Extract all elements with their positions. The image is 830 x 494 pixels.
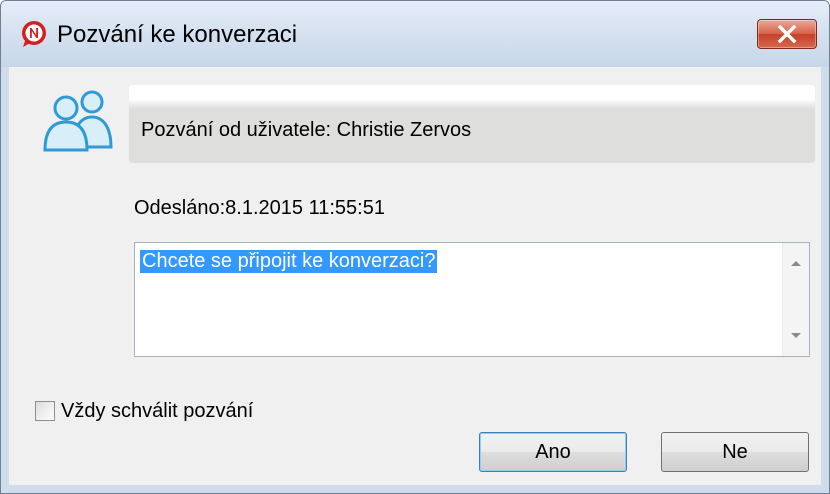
sent-timestamp: Odesláno:8.1.2015 11:55:51 [134, 197, 385, 219]
invite-from-text: Pozvání od uživatele: Christie Zervos [141, 119, 472, 141]
no-button[interactable]: Ne [661, 432, 809, 472]
message-scrollbar[interactable] [782, 243, 809, 356]
always-approve-checkbox[interactable] [35, 401, 55, 421]
invite-panel: Pozvání od uživatele: Christie Zervos [129, 85, 815, 163]
close-button[interactable] [757, 19, 817, 49]
close-icon [777, 25, 797, 43]
users-icon [43, 90, 113, 152]
yes-button[interactable]: Ano [479, 432, 627, 472]
window-title: Pozvání ke konverzaci [57, 21, 298, 48]
app-logo-icon [22, 21, 46, 47]
scroll-up-icon[interactable] [790, 259, 802, 267]
title-bar[interactable]: Pozvání ke konverzaci [1, 1, 829, 67]
message-textbox[interactable]: Chcete se připojit ke konverzaci? [134, 242, 810, 357]
always-approve-option[interactable]: Vždy schválit pozvání [35, 397, 253, 425]
always-approve-label[interactable]: Vždy schválit pozvání [61, 400, 253, 423]
dialog-window: Pozvání ke konverzaci Pozvání od uživate… [0, 0, 830, 494]
dialog-content: Pozvání od uživatele: Christie Zervos Od… [9, 67, 821, 485]
message-text: Chcete se připojit ke konverzaci? [140, 250, 438, 273]
scroll-down-icon[interactable] [790, 332, 802, 340]
